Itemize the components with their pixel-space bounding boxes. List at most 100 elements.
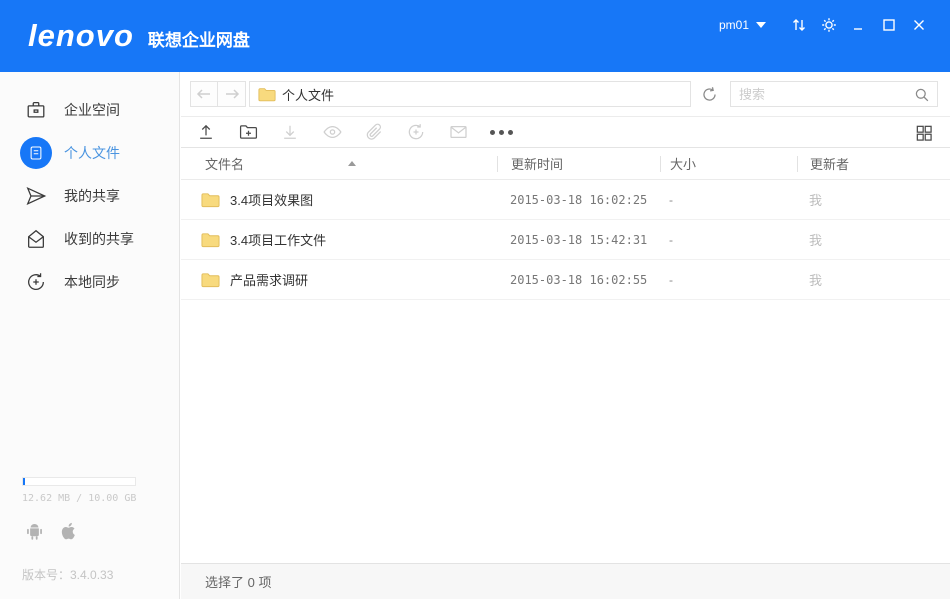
- sidebar-item-enterprise-space[interactable]: 企业空间: [0, 88, 179, 131]
- column-header-size[interactable]: 大小: [660, 156, 797, 172]
- lenovo-logo: lenovo: [28, 18, 134, 54]
- more-dots-icon: [499, 130, 504, 135]
- more-button[interactable]: [490, 117, 532, 147]
- table-row[interactable]: 3.4项目工作文件 2015-03-18 15:42:31 - 我: [181, 220, 950, 260]
- send-icon: [20, 180, 52, 212]
- file-size: -: [669, 193, 673, 207]
- arrow-right-icon: [224, 88, 240, 100]
- toolbar: [181, 117, 950, 148]
- version-label: 版本号：3.4.0.33: [22, 566, 113, 583]
- app-title: 联想企业网盘: [148, 26, 250, 51]
- settings-button[interactable]: [814, 14, 844, 36]
- inbox-share-icon: [20, 223, 52, 255]
- maximize-button[interactable]: [874, 14, 904, 36]
- chevron-down-icon: [756, 22, 766, 28]
- table-header: 文件名 更新时间 大小 更新者: [181, 148, 950, 180]
- transfer-list-button[interactable]: [784, 14, 814, 36]
- upload-icon: [196, 122, 216, 142]
- navigation-bar: 个人文件: [181, 72, 950, 117]
- new-folder-icon: [238, 122, 259, 142]
- gear-icon: [821, 17, 837, 33]
- storage-section: 12.62 MB / 10.00 GB: [22, 477, 158, 504]
- sidebar-item-label: 收到的共享: [64, 229, 134, 249]
- search-icon[interactable]: [911, 84, 933, 106]
- column-label: 更新者: [810, 154, 849, 173]
- column-header-updater[interactable]: 更新者: [797, 156, 950, 172]
- user-menu[interactable]: pm01: [719, 18, 766, 32]
- folder-icon: [201, 192, 220, 208]
- back-button[interactable]: [190, 81, 218, 107]
- mail-button[interactable]: [448, 117, 490, 147]
- file-size: -: [669, 233, 673, 247]
- sidebar-item-my-shares[interactable]: 我的共享: [0, 174, 179, 217]
- new-folder-button[interactable]: [238, 117, 280, 147]
- table-row[interactable]: 产品需求调研 2015-03-18 16:02:55 - 我: [181, 260, 950, 300]
- column-label: 文件名: [205, 154, 244, 173]
- document-icon: [20, 137, 52, 169]
- upload-button[interactable]: [196, 117, 238, 147]
- file-updater: 我: [809, 273, 822, 288]
- column-label: 大小: [670, 154, 696, 173]
- sidebar-item-label: 个人文件: [64, 143, 120, 163]
- column-label: 更新时间: [511, 154, 563, 173]
- file-size: -: [669, 273, 673, 287]
- folder-icon: [201, 232, 220, 248]
- selection-count-label: 选择了 0 项: [205, 572, 271, 591]
- app-header: lenovo 联想企业网盘 pm01: [0, 0, 950, 72]
- breadcrumb[interactable]: 个人文件: [249, 81, 691, 107]
- download-icon: [280, 122, 300, 142]
- preview-button[interactable]: [322, 117, 364, 147]
- forward-button[interactable]: [218, 81, 246, 107]
- breadcrumb-label: 个人文件: [282, 85, 334, 104]
- maximize-icon: [882, 18, 896, 32]
- folder-icon: [258, 87, 276, 102]
- file-time: 2015-03-18 15:42:31: [510, 233, 647, 247]
- table-row[interactable]: 3.4项目效果图 2015-03-18 16:02:25 - 我: [181, 180, 950, 220]
- column-header-time[interactable]: 更新时间: [497, 156, 660, 172]
- folder-icon: [201, 272, 220, 288]
- sidebar: 企业空间 个人文件 我的共享: [0, 72, 180, 599]
- sidebar-item-label: 企业空间: [64, 100, 120, 120]
- minimize-icon: [852, 18, 866, 32]
- download-button[interactable]: [280, 117, 322, 147]
- more-dots-icon: [508, 130, 513, 135]
- minimize-button[interactable]: [844, 14, 874, 36]
- grid-view-icon: [914, 123, 934, 143]
- sidebar-item-local-sync[interactable]: 本地同步: [0, 260, 179, 303]
- close-icon: [912, 18, 926, 32]
- grid-view-button[interactable]: [914, 123, 936, 143]
- android-icon: [24, 520, 45, 547]
- file-time: 2015-03-18 16:02:55: [510, 273, 647, 287]
- file-updater: 我: [809, 193, 822, 208]
- column-header-name[interactable]: 文件名: [181, 154, 497, 173]
- sync-button[interactable]: [406, 117, 448, 147]
- sync-icon: [406, 122, 426, 142]
- file-name: 产品需求调研: [230, 270, 308, 289]
- status-bar: 选择了 0 项: [181, 563, 950, 599]
- eye-icon: [322, 122, 343, 142]
- sidebar-item-received-shares[interactable]: 收到的共享: [0, 217, 179, 260]
- transfer-icon: [791, 17, 807, 33]
- username-label: pm01: [719, 18, 749, 32]
- briefcase-icon: [20, 94, 52, 126]
- refresh-button[interactable]: [696, 81, 722, 107]
- storage-bar: [22, 477, 136, 486]
- sort-ascending-icon: [348, 161, 356, 166]
- search-input[interactable]: [739, 83, 911, 105]
- file-name: 3.4项目效果图: [230, 190, 313, 209]
- more-dots-icon: [490, 130, 495, 135]
- sidebar-item-label: 我的共享: [64, 186, 120, 206]
- sidebar-item-personal-files[interactable]: 个人文件: [0, 131, 179, 174]
- sidebar-item-label: 本地同步: [64, 272, 120, 292]
- sync-plus-icon: [20, 266, 52, 298]
- mail-icon: [448, 122, 469, 142]
- file-name: 3.4项目工作文件: [230, 230, 326, 249]
- file-updater: 我: [809, 233, 822, 248]
- share-link-button[interactable]: [364, 117, 406, 147]
- app-logo: lenovo 联想企业网盘: [28, 18, 250, 54]
- close-button[interactable]: [904, 14, 934, 36]
- arrow-left-icon: [196, 88, 212, 100]
- search-box: [730, 81, 938, 107]
- file-time: 2015-03-18 16:02:25: [510, 193, 647, 207]
- storage-bar-fill: [23, 478, 25, 485]
